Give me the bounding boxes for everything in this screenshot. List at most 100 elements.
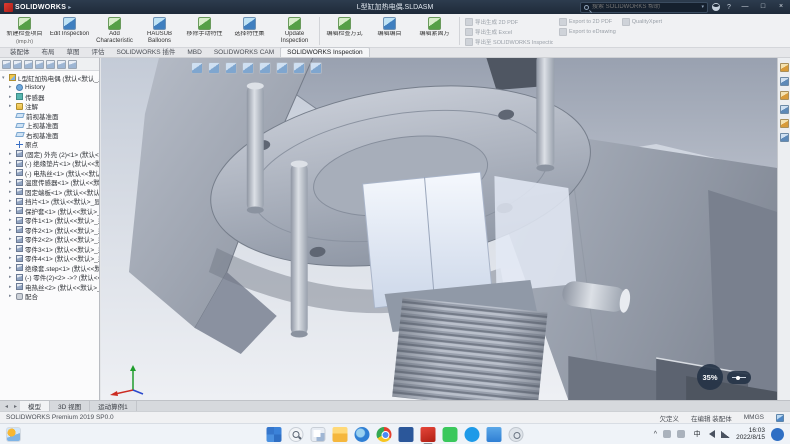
tree-item-component[interactable]: 电热丝<2> (默认<<默认>_显示状... [1, 282, 99, 292]
expand-arrow-icon[interactable] [9, 208, 14, 214]
ribbon-button-edit-inspection-method[interactable]: 编辑检查方式 [322, 15, 367, 47]
tree-item-component[interactable]: (-) 零件(2)<2> ->? (默认<<默认... [1, 273, 99, 283]
ribbon-button-edit-catalog[interactable]: 编辑编目 [367, 15, 412, 47]
zoom-area-icon[interactable] [208, 62, 220, 74]
expand-arrow-icon[interactable] [9, 160, 14, 166]
hide-show-items-icon[interactable] [276, 62, 288, 74]
display-style-icon[interactable] [259, 62, 271, 74]
tab-layout[interactable]: 布局 [36, 45, 61, 57]
help-icon[interactable]: ? [724, 4, 734, 11]
tree-item-origin[interactable]: 原点 [1, 140, 99, 150]
tray-expand-button[interactable]: ^ [654, 431, 657, 438]
tree-item-front-plane[interactable]: 前视基准面 [1, 111, 99, 121]
ribbon-button-edit-inspection[interactable]: Edit Inspection [47, 15, 92, 47]
tree-item-component[interactable]: (固定) 外壳 (2)<1> (默认<<默认>_显示状 [1, 149, 99, 159]
tree-item-top-plane[interactable]: 上视基准面 [1, 121, 99, 131]
wechat-icon[interactable] [443, 427, 458, 442]
solidworks-resources-icon[interactable] [780, 63, 789, 72]
view-orientation-icon[interactable] [242, 62, 254, 74]
expand-arrow-icon[interactable] [9, 227, 14, 233]
expand-arrow-icon[interactable] [9, 217, 14, 223]
tree-item-component[interactable]: 零件1<1> (默认<<默认>_显示状态... [1, 216, 99, 226]
ribbon-button-new-inspection[interactable]: 新建检查项目 (imp.h) [2, 15, 47, 47]
tab-model[interactable]: 模型 [20, 401, 50, 411]
tab-scroll-right-icon[interactable]: ▸ [11, 401, 20, 411]
ribbon-button-update-inspection-project[interactable]: Update Inspection Project [272, 15, 317, 47]
tab-assembly[interactable]: 装配体 [4, 45, 36, 57]
tray-icon[interactable] [677, 430, 685, 438]
graphics-area[interactable]: 35% [101, 58, 790, 400]
tab-mbd[interactable]: MBD [181, 48, 207, 57]
expand-arrow-icon[interactable] [9, 236, 14, 242]
ribbon-button-balloons[interactable]: HAUSUB Balloons [137, 15, 182, 47]
configurationmanager-tab[interactable] [24, 60, 33, 69]
expand-arrow-icon[interactable] [9, 84, 14, 90]
apply-scene-icon[interactable] [310, 62, 322, 74]
taskbar-clock[interactable]: 16:03 2022/8/15 [736, 427, 765, 442]
tab-3d-views[interactable]: 3D 视图 [50, 401, 90, 411]
tree-item-component[interactable]: 零件2<2> (默认<<默认>_显示状... [1, 235, 99, 245]
tree-item-annotations[interactable]: 注解 [1, 102, 99, 112]
search-dropdown-icon[interactable]: ▾ [701, 4, 704, 10]
settings-icon[interactable] [509, 427, 524, 442]
tree-item-component[interactable]: 零件3<1> (默认<<默认>_显示状... [1, 244, 99, 254]
expand-arrow-icon[interactable] [9, 189, 14, 195]
ribbon-button-remove-manual-characteristic[interactable]: 移除手动特性 [182, 15, 227, 47]
word-icon[interactable] [399, 427, 414, 442]
zoom-fit-icon[interactable] [191, 62, 203, 74]
displaymanager-tab[interactable] [46, 60, 55, 69]
maximize-button[interactable]: □ [756, 1, 770, 13]
expand-arrow-icon[interactable] [9, 151, 14, 157]
start-button[interactable] [267, 427, 282, 442]
edge-browser-icon[interactable] [355, 427, 370, 442]
propertymanager-tab[interactable] [13, 60, 22, 69]
tab-addins[interactable]: SOLIDWORKS 插件 [111, 45, 182, 57]
expand-arrow-icon[interactable] [9, 284, 14, 290]
tree-item-mates[interactable]: 配合 [1, 292, 99, 302]
cam-manager-tab[interactable] [57, 60, 66, 69]
tree-item-component[interactable]: 绝缘套.step<1> (默认<<默认>... [1, 263, 99, 273]
expand-arrow-icon[interactable] [9, 170, 14, 176]
tree-item-component[interactable]: 挡片<1> (默认<<默认>_显示状态... [1, 197, 99, 207]
tab-sketch[interactable]: 草图 [61, 45, 86, 57]
inspection-manager-tab[interactable] [68, 60, 77, 69]
weather-widget-icon[interactable] [6, 427, 21, 442]
tray-icon[interactable] [663, 430, 671, 438]
design-library-icon[interactable] [780, 77, 789, 86]
tab-scroll-left-icon[interactable]: ◂ [2, 401, 11, 411]
expand-arrow-icon[interactable] [9, 255, 14, 261]
featuremanager-tree-tab[interactable] [2, 60, 11, 69]
expand-arrow-icon[interactable] [9, 103, 14, 109]
ime-indicator[interactable]: 中 [691, 429, 703, 439]
network-icon[interactable] [721, 431, 730, 438]
tree-item-right-plane[interactable]: 右视基准面 [1, 130, 99, 140]
ribbon-button-select-characteristic-set[interactable]: 选择特性集 [227, 15, 272, 47]
tree-item-component[interactable]: 零件4<1> (默认<<默认>_显示... [1, 254, 99, 264]
edit-appearance-icon[interactable] [293, 62, 305, 74]
notification-center-icon[interactable] [771, 428, 784, 441]
tree-item-component[interactable]: (-) 电热丝<1> (默认<<默认>_显示... [1, 168, 99, 178]
ribbon-button-edit-fastener[interactable]: 编辑紧固方 [412, 15, 457, 47]
expand-arrow-icon[interactable] [9, 274, 14, 280]
3d-model-canvas[interactable] [101, 58, 790, 400]
help-search-box[interactable]: ▾ [580, 2, 708, 13]
tab-evaluate[interactable]: 评估 [86, 45, 111, 57]
ribbon-button-add-characteristic[interactable]: Add Characteristic [92, 15, 137, 47]
file-explorer-pane-icon[interactable] [780, 91, 789, 100]
expand-arrow-icon[interactable] [2, 75, 7, 81]
close-button[interactable]: × [774, 1, 788, 13]
task-view-icon[interactable] [311, 427, 326, 442]
tree-item-component[interactable]: 零件2<1> (默认<<默认>_显示状... [1, 225, 99, 235]
dimxpertmanager-tab[interactable] [35, 60, 44, 69]
expand-arrow-icon[interactable] [9, 198, 14, 204]
taskbar-search-icon[interactable] [289, 427, 304, 442]
tree-item-component[interactable]: 温度传感器<1> (默认<<默认>_显... [1, 178, 99, 188]
tab-inspection[interactable]: SOLIDWORKS Inspection [280, 47, 370, 57]
section-view-icon[interactable] [225, 62, 237, 74]
volume-icon[interactable] [709, 430, 715, 438]
expand-arrow-icon[interactable] [9, 179, 14, 185]
app-logo[interactable]: SOLIDWORKS ▸ [0, 3, 75, 12]
minimize-button[interactable]: — [738, 1, 752, 13]
mail-icon[interactable] [487, 427, 502, 442]
user-account-icon[interactable] [712, 3, 720, 11]
